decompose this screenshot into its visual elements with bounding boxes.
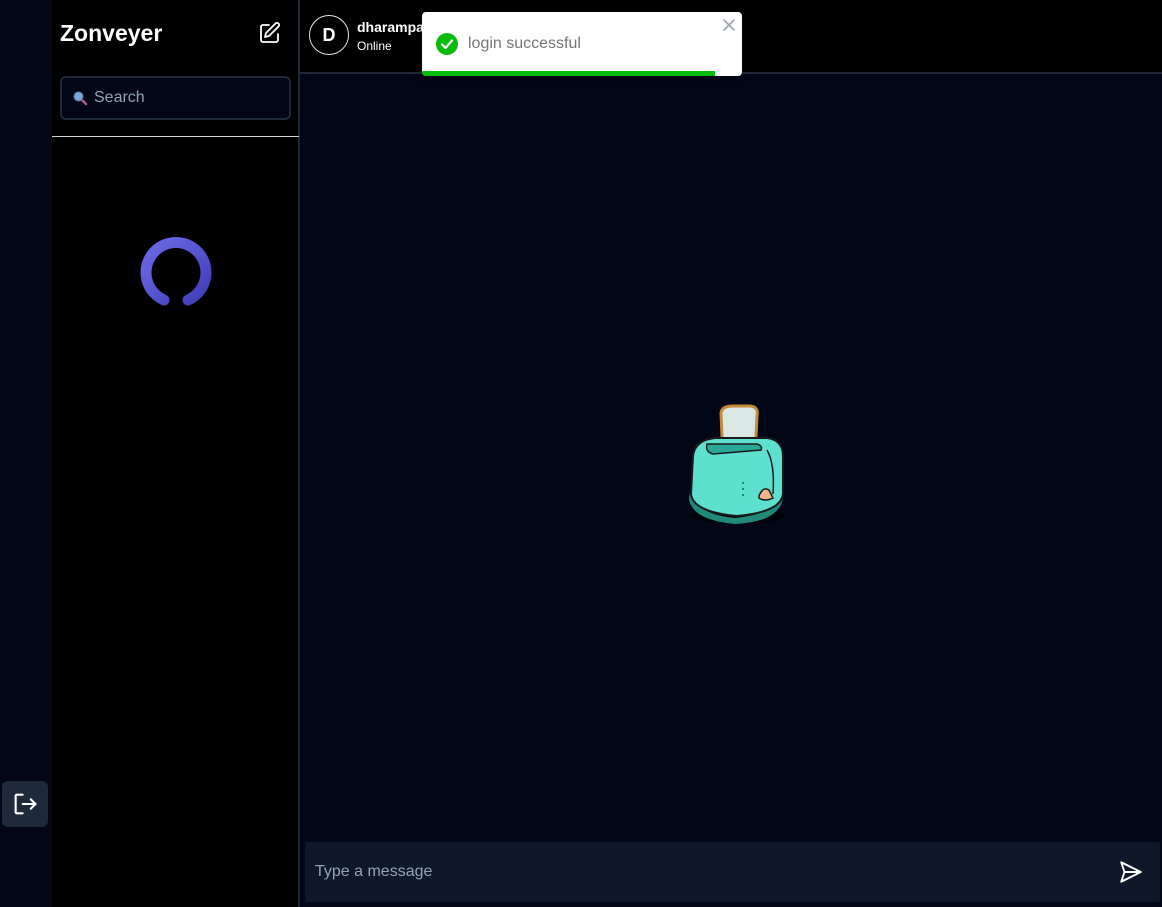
toast-notification: login successful bbox=[422, 12, 742, 76]
search-icon bbox=[73, 91, 88, 106]
sidebar: Zonveyer bbox=[52, 0, 300, 907]
message-composer bbox=[305, 842, 1160, 902]
new-chat-button[interactable] bbox=[257, 20, 283, 46]
logout-icon bbox=[14, 793, 37, 815]
contact-status: Online bbox=[357, 39, 392, 53]
toast-progress-bar bbox=[422, 71, 715, 76]
contact-name: dharampa bbox=[357, 19, 424, 35]
close-icon[interactable] bbox=[722, 18, 736, 32]
left-rail bbox=[0, 0, 52, 907]
app-brand: Zonveyer bbox=[60, 20, 163, 46]
search-input[interactable] bbox=[94, 89, 274, 107]
message-input[interactable] bbox=[305, 863, 1117, 881]
logout-button[interactable] bbox=[2, 781, 48, 827]
avatar[interactable]: D bbox=[309, 15, 349, 55]
chat-panel: D dharampa Online bbox=[300, 0, 1162, 907]
search-box[interactable] bbox=[60, 76, 291, 120]
toaster-illustration bbox=[689, 404, 786, 524]
toast-message: login successful bbox=[468, 35, 581, 52]
sidebar-divider bbox=[52, 136, 299, 137]
send-icon bbox=[1120, 861, 1142, 883]
loading-spinner-icon bbox=[140, 237, 212, 306]
send-button[interactable] bbox=[1117, 858, 1145, 886]
edit-square-icon bbox=[260, 22, 280, 43]
check-circle-icon bbox=[436, 33, 458, 55]
